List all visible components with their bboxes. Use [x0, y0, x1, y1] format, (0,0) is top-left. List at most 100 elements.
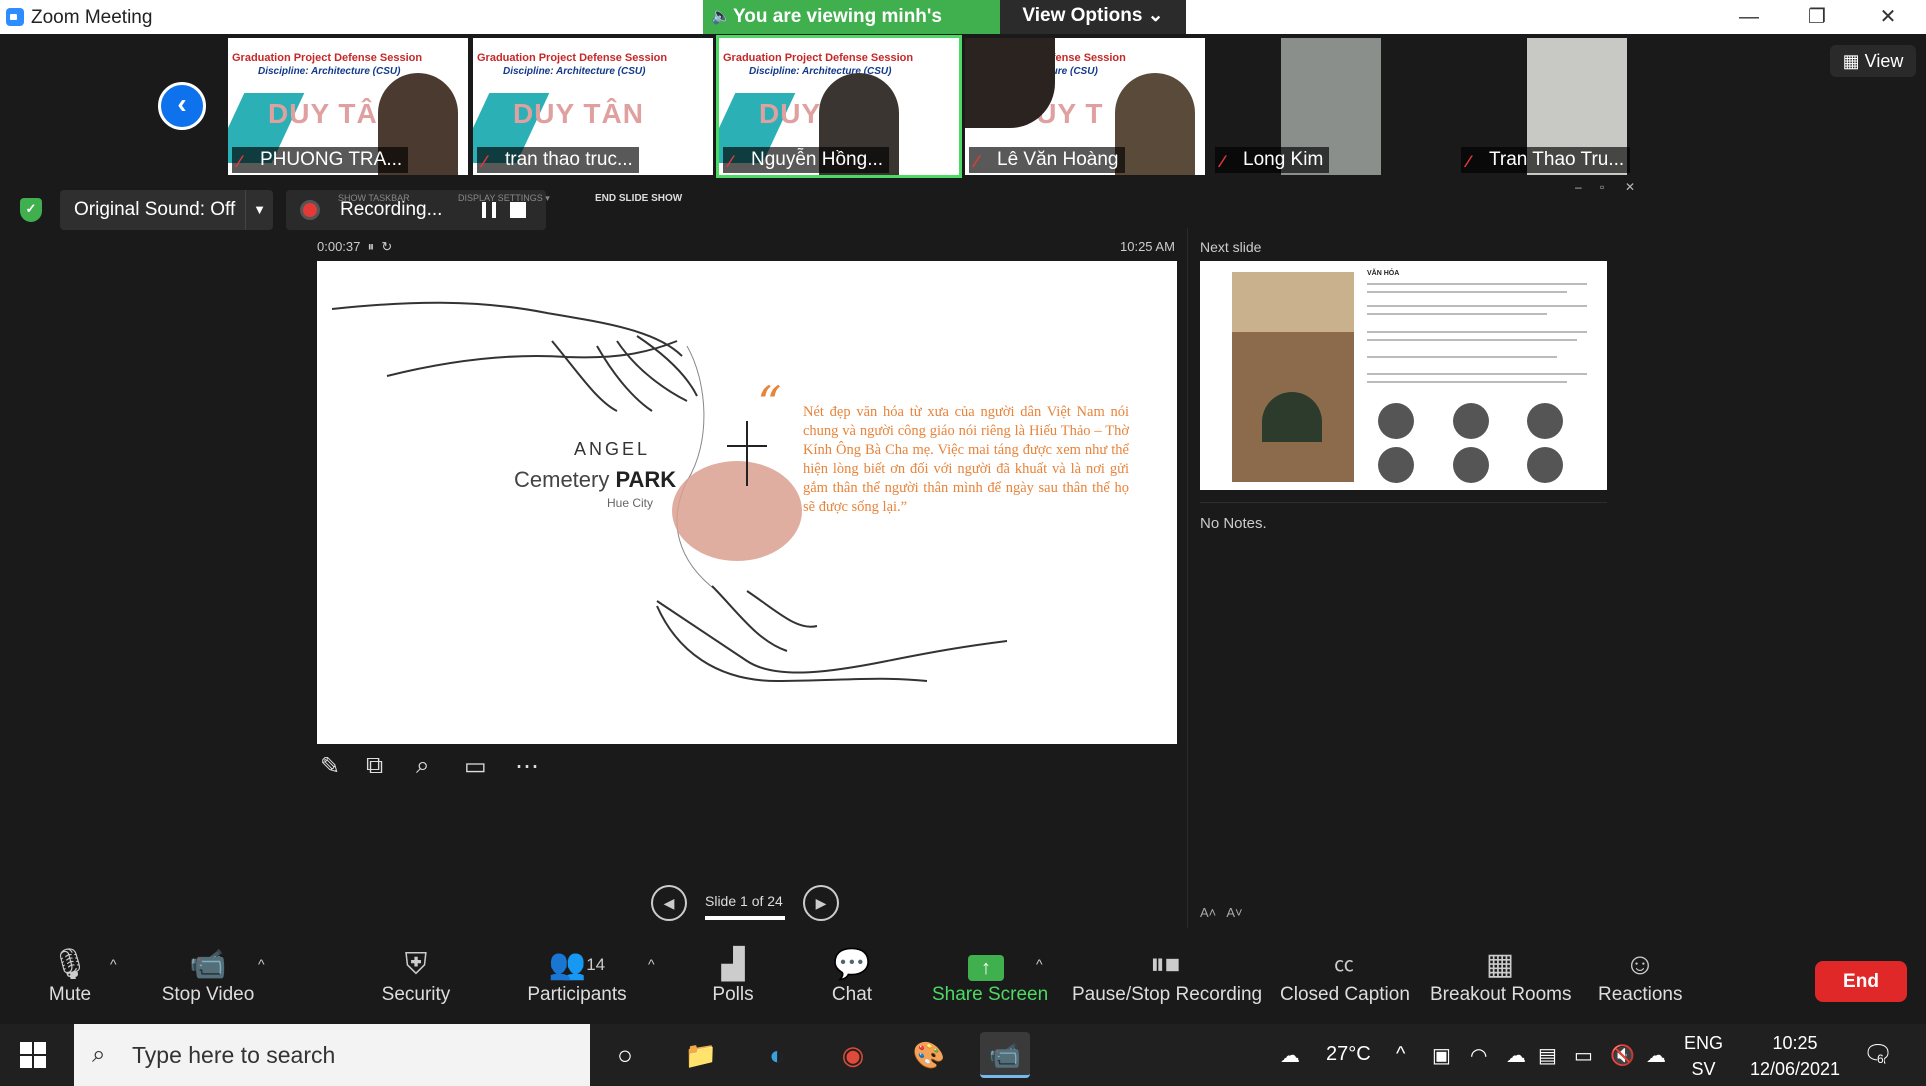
- tile-session-text: Graduation Project Defense Session: [477, 52, 668, 64]
- share-options-caret[interactable]: ^: [1036, 956, 1043, 972]
- chevron-up-icon[interactable]: ^: [1396, 1043, 1405, 1066]
- participants-icon: 👥14: [548, 948, 606, 981]
- notification-center-icon[interactable]: 🗨6: [1863, 1040, 1893, 1069]
- polls-button[interactable]: ▟ Polls: [708, 940, 758, 1024]
- duy-tan-logo: DUY TÂN: [513, 98, 644, 129]
- file-explorer-icon[interactable]: 📁: [676, 1032, 726, 1078]
- black-screen-icon[interactable]: ▭: [464, 752, 487, 786]
- mute-button[interactable]: 🎙 Mute: [40, 940, 100, 1024]
- zoom-slide-icon[interactable]: ⌕: [416, 752, 429, 786]
- next-slide-button[interactable]: ▶: [803, 885, 839, 921]
- zoom-taskbar-icon[interactable]: 📹: [980, 1032, 1030, 1078]
- sharing-banner: 🔈 You are viewing minh's screen: [703, 0, 1000, 61]
- stop-video-button[interactable]: 📹 Stop Video: [158, 940, 258, 1024]
- pause-stop-icon: ⏸⏹: [1150, 948, 1180, 981]
- text-line: [1367, 331, 1587, 333]
- meet-now-icon[interactable]: ▣: [1432, 1043, 1451, 1068]
- participant-video: [1115, 73, 1195, 175]
- presenter-clock: 10:25 AM: [1120, 239, 1175, 254]
- cloud-sync-icon[interactable]: ☁: [1646, 1043, 1666, 1068]
- cortana-icon[interactable]: ○: [600, 1032, 650, 1078]
- presenter-close-icon[interactable]: ✕: [1625, 180, 1635, 194]
- original-sound-button[interactable]: Original Sound: Off ▼: [60, 190, 273, 230]
- strip-prev-button[interactable]: ‹: [158, 82, 206, 130]
- participants-button[interactable]: 👥14 Participants: [522, 940, 632, 1024]
- slide-counter[interactable]: Slide 1 of 24: [705, 893, 783, 909]
- paint-app-icon[interactable]: 🎨: [904, 1032, 954, 1078]
- video-tile[interactable]: ct Defense Session hitecture (CSU) DUY T…: [965, 38, 1205, 175]
- search-placeholder: Type here to search: [132, 1042, 336, 1068]
- participants-options-caret[interactable]: ^: [648, 956, 655, 972]
- pause-stop-recording-button[interactable]: ⏸⏹ Pause/Stop Recording: [1072, 940, 1262, 1024]
- muted-mic-icon: ⁄: [483, 152, 486, 171]
- logo-city-text: Hue City: [607, 496, 654, 510]
- edge-browser-icon[interactable]: ◐: [752, 1032, 802, 1078]
- temperature-label[interactable]: 27°C: [1326, 1043, 1371, 1066]
- speaker-icon: 🔈: [711, 8, 731, 25]
- video-tile-active-speaker[interactable]: Graduation Project Defense Session Disci…: [716, 35, 962, 178]
- volume-muted-icon[interactable]: 🔇: [1610, 1043, 1635, 1068]
- chevron-down-icon[interactable]: ▼: [245, 190, 273, 230]
- display-settings-button[interactable]: DISPLAY SETTINGS ▾: [458, 193, 550, 204]
- text-line: [1367, 283, 1587, 285]
- pen-tool-icon[interactable]: ✎: [320, 752, 340, 786]
- text-line: [1367, 373, 1587, 375]
- notes-divider: [1200, 502, 1607, 503]
- record-dot-icon: [300, 200, 320, 220]
- closed-caption-button[interactable]: ㏄ Closed Caption: [1280, 940, 1410, 1024]
- taskbar-search-box[interactable]: ⌕ Type here to search: [74, 1024, 590, 1086]
- next-slide-thumbnail[interactable]: VĂN HÓA: [1200, 261, 1607, 490]
- text-line: [1367, 305, 1587, 307]
- chat-icon: 💬: [833, 948, 871, 981]
- share-screen-button[interactable]: ↑ Share Screen: [932, 940, 1048, 1024]
- muted-mic-icon: ⁄: [1221, 152, 1224, 171]
- audio-options-caret[interactable]: ^: [110, 956, 117, 972]
- see-all-slides-icon[interactable]: ⧉: [366, 752, 383, 786]
- presenter-restore-icon[interactable]: ▫: [1600, 180, 1604, 194]
- input-language[interactable]: ENG SV: [1684, 1030, 1723, 1082]
- network-icon[interactable]: ▤: [1538, 1043, 1557, 1068]
- windows-start-icon[interactable]: [20, 1042, 46, 1068]
- slide-quote: Nét đẹp văn hóa từ xưa của người dân Việ…: [803, 404, 1129, 515]
- system-clock[interactable]: 10:25 12/06/2021: [1740, 1030, 1850, 1082]
- wifi-icon[interactable]: ◠: [1470, 1043, 1487, 1068]
- end-slide-show-button[interactable]: END SLIDE SHOW: [595, 193, 682, 204]
- view-options-button[interactable]: View Options ⌄: [1000, 0, 1186, 34]
- end-meeting-button[interactable]: End: [1815, 961, 1907, 1002]
- font-size-adjust[interactable]: A˄ A˅: [1200, 905, 1243, 920]
- text-line: [1367, 356, 1557, 358]
- text-line: [1367, 339, 1577, 341]
- previous-slide-button[interactable]: ◀: [651, 885, 687, 921]
- minimize-button[interactable]: —: [1720, 0, 1778, 34]
- muted-mic-icon: ⁄: [1467, 152, 1470, 171]
- presenter-minimize-icon[interactable]: –: [1575, 180, 1582, 194]
- tile-discipline-text: Discipline: Architecture (CSU): [503, 66, 646, 77]
- stop-recording-icon[interactable]: [510, 202, 526, 218]
- slide-timer: 0:00:37 ⏸ ↻: [317, 239, 393, 254]
- weather-cloud-icon[interactable]: ☁: [1280, 1043, 1300, 1068]
- photo-circle: [1378, 447, 1414, 483]
- security-button[interactable]: ⛨ Security: [376, 940, 456, 1024]
- view-button[interactable]: ▦ View: [1830, 45, 1916, 77]
- pause-recording-icon[interactable]: [482, 202, 496, 218]
- chrome-browser-icon[interactable]: ◉: [828, 1032, 878, 1078]
- video-tile[interactable]: Graduation Project Defense Session Disci…: [228, 38, 468, 175]
- participant-name: ⁄ Tran Thao Tru...: [1461, 147, 1631, 173]
- close-button[interactable]: ✕: [1859, 0, 1917, 34]
- photo-circle: [1527, 403, 1563, 439]
- show-taskbar-button[interactable]: SHOW TASKBAR: [338, 193, 410, 203]
- video-tile[interactable]: ⁄ Tran Thao Tru...: [1457, 38, 1697, 175]
- video-options-caret[interactable]: ^: [258, 956, 265, 972]
- chat-button[interactable]: 💬 Chat: [828, 940, 876, 1024]
- battery-icon[interactable]: ▭: [1574, 1043, 1593, 1068]
- original-sound-label: Original Sound: Off: [74, 199, 236, 220]
- more-options-icon[interactable]: ⋯: [515, 752, 539, 786]
- notification-count: 6: [1877, 1052, 1884, 1066]
- video-tile[interactable]: Graduation Project Defense Session Disci…: [473, 38, 713, 175]
- onedrive-icon[interactable]: ☁: [1506, 1043, 1526, 1068]
- video-tile[interactable]: ⁄ Long Kim: [1211, 38, 1451, 175]
- breakout-rooms-icon: ▦: [1485, 948, 1515, 981]
- breakout-rooms-button[interactable]: ▦ Breakout Rooms: [1430, 940, 1572, 1024]
- restore-button[interactable]: ❐: [1788, 0, 1846, 34]
- reactions-button[interactable]: ☺ Reactions: [1598, 940, 1683, 1024]
